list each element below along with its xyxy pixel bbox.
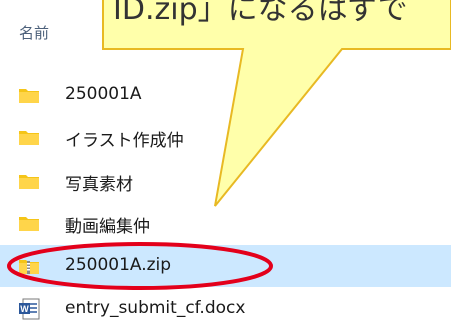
file-row[interactable]: 写真素材	[0, 160, 451, 202]
column-header-name[interactable]: 名前	[19, 22, 49, 43]
file-row-selected[interactable]: 250001A.zip	[0, 245, 451, 287]
file-row[interactable]: 動画編集仲	[0, 202, 451, 244]
svg-text:W: W	[20, 304, 29, 314]
file-name: 250001A	[65, 84, 142, 104]
file-row[interactable]: 250001A	[0, 74, 451, 116]
callout-text: ID.zip」になるはずで	[113, 0, 408, 27]
folder-icon	[18, 170, 40, 192]
zip-folder-icon	[18, 255, 40, 277]
file-name: 動画編集仲	[65, 217, 150, 237]
word-document-icon: W	[18, 298, 40, 320]
folder-icon	[18, 212, 40, 234]
file-explorer-list: 名前 250001A イラスト作成仲 写真素材 動画編集仲 250001A.zi…	[0, 0, 451, 335]
folder-icon	[18, 126, 40, 148]
file-name: entry_submit_cf.docx	[65, 298, 246, 318]
file-row[interactable]: イラスト作成仲	[0, 116, 451, 158]
file-name: イラスト作成仲	[65, 131, 184, 151]
folder-icon	[18, 84, 40, 106]
file-name: 写真素材	[65, 175, 133, 195]
file-name: 250001A.zip	[65, 255, 172, 275]
file-row[interactable]: W entry_submit_cf.docx	[0, 288, 451, 330]
